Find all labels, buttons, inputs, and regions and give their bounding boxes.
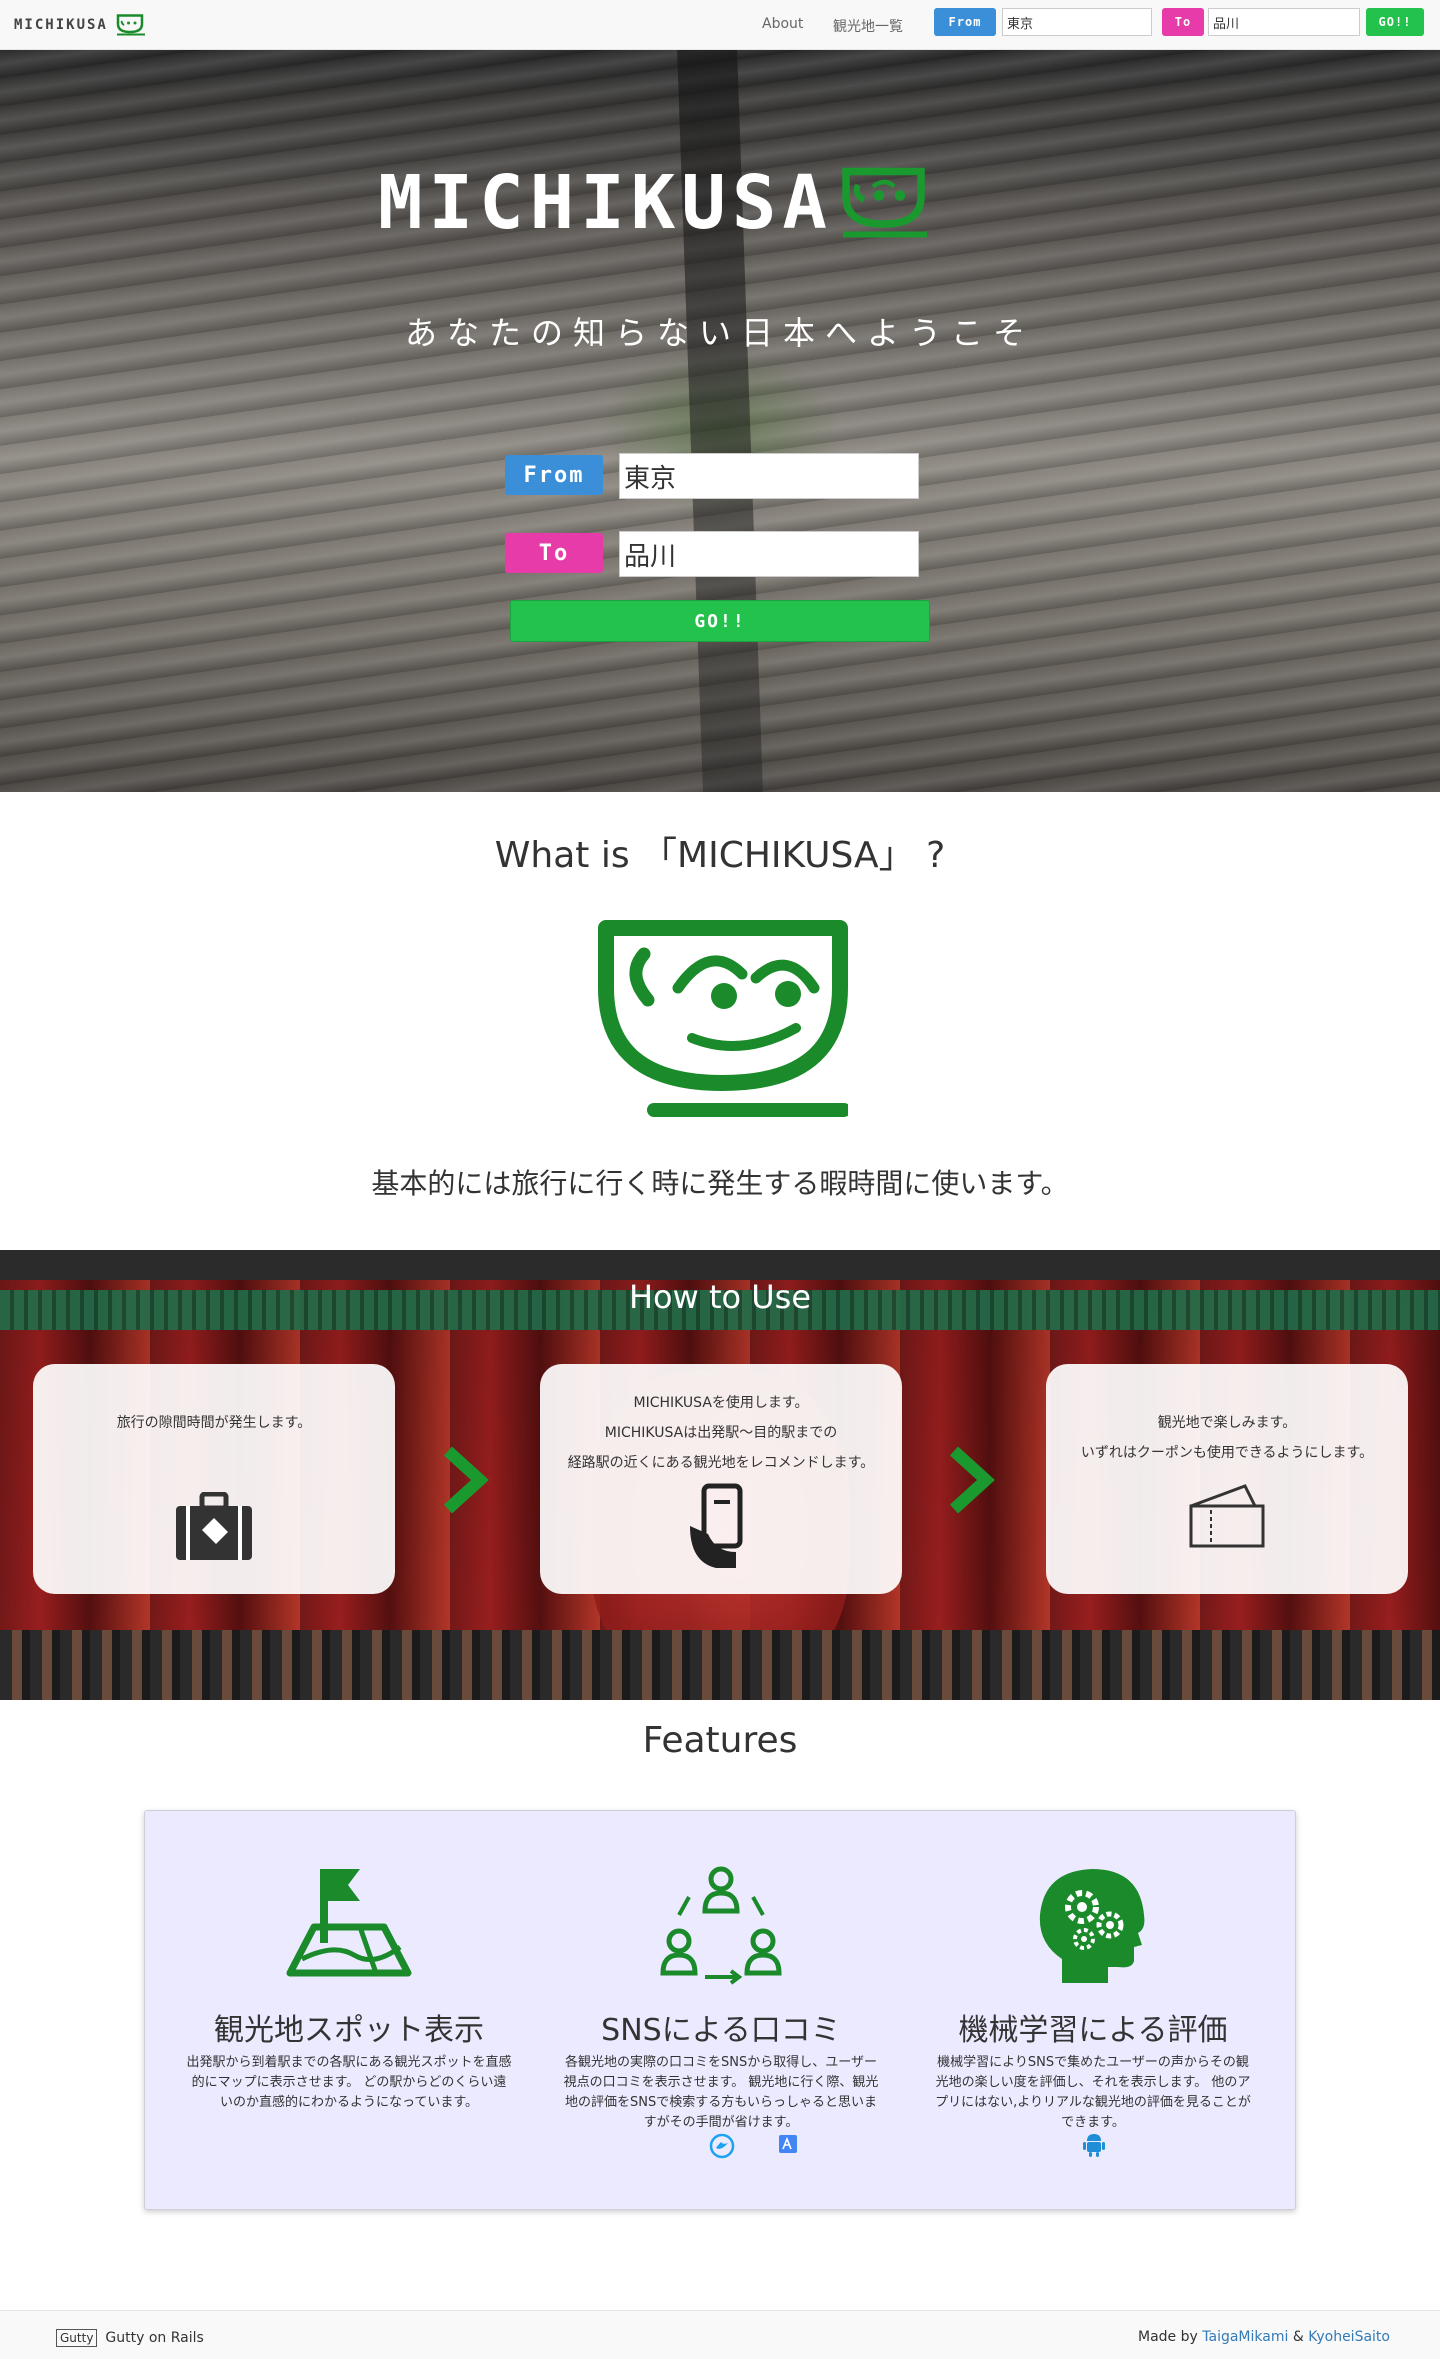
arrow-right-icon <box>443 1446 489 1514</box>
twitter-icon[interactable] <box>709 2133 735 2159</box>
ticket-icon <box>1189 1484 1265 1548</box>
step-3-line-2: いずれはクーポンも使用できるようにします。 <box>1080 1445 1374 1461</box>
feature-sns-name: SNSによる口コミ <box>601 2013 841 2048</box>
hero-cup-logo-icon <box>842 167 927 238</box>
footer-left-text: Gutty on Rails <box>105 2330 204 2346</box>
gutty-logo: Gutty <box>56 2329 98 2347</box>
features-title: Features <box>642 1720 798 1761</box>
nav-from-input[interactable] <box>1002 8 1152 36</box>
android-icon <box>1083 2134 1105 2157</box>
map-flag-icon <box>286 1869 412 1977</box>
nav-from-label: From <box>934 8 996 36</box>
step-card-2: MICHIKUSAを使用します。 MICHIKUSAは出発駅～目的駅までの 経路… <box>540 1364 902 1594</box>
cup-logo-icon <box>116 14 145 36</box>
hero-tagline: あなたの知らない日本へようこそ <box>404 314 1035 352</box>
hero-go-button[interactable]: GO!! <box>510 600 930 642</box>
hero-to-label: To <box>505 533 603 573</box>
nav-link-spots[interactable]: 観光地一覧 <box>833 16 903 36</box>
footer-ampersand: & <box>1292 2329 1304 2345</box>
hero-from-input[interactable] <box>619 453 919 499</box>
step-2-line-2: MICHIKUSAは出発駅～目的駅までの <box>604 1425 838 1441</box>
howto-section: How to Use 旅行の隙間時間が発生します。 MICHIKUSAを使用しま… <box>0 1250 1440 1700</box>
hero-to-input[interactable] <box>619 531 919 577</box>
navbar: MICHIKUSA About 観光地一覧 From To GO!! <box>0 0 1440 50</box>
footer-author-1-link[interactable]: TaigaMikami <box>1202 2329 1288 2345</box>
footer-right: Made by TaigaMikami & KyoheiSaito <box>1138 2329 1390 2345</box>
nav-to-input[interactable] <box>1208 8 1360 36</box>
hero-logo-text: MICHIKUSA <box>378 160 833 246</box>
features-panel: 観光地スポット表示 出発駅から到着駅までの各駅にある観光スポットを直感 的にマッ… <box>144 1810 1296 2210</box>
step-1-line-1: 旅行の隙間時間が発生します。 <box>116 1415 312 1431</box>
hero-section: MICHIKUSA あなたの知らない日本へようこそ From To GO!! <box>0 50 1440 792</box>
nav-go-button[interactable]: GO!! <box>1366 8 1424 36</box>
step-3-line-1: 観光地で楽しみます。 <box>1157 1415 1297 1431</box>
footer-made-by: Made by <box>1138 2329 1198 2345</box>
suitcase-icon <box>176 1492 252 1560</box>
nav-link-about[interactable]: About <box>762 16 803 32</box>
footer-left: Gutty Gutty on Rails <box>56 2329 204 2347</box>
step-2-line-3: 経路駅の近くにある観光地をレコメンドします。 <box>567 1455 875 1471</box>
people-cycle-icon <box>660 1866 782 1985</box>
step-2-line-1: MICHIKUSAを使用します。 <box>633 1395 809 1411</box>
nav-to-label: To <box>1162 8 1204 36</box>
feature-sns: SNSによる口コミ 各観光地の実際の口コミをSNSから取得し、ユーザー 視点の口… <box>541 1811 901 2211</box>
step-card-1: 旅行の隙間時間が発生します。 <box>33 1364 395 1594</box>
hero-from-label: From <box>505 455 603 495</box>
what-description: 基本的には旅行に行く時に発生する暇時間に使います。 <box>371 1167 1069 1200</box>
feature-ml-desc: 機械学習によりSNSで集めたユーザーの声からその観 光地の楽しい度を評価し、それ… <box>935 2055 1251 2130</box>
translate-icon[interactable] <box>777 2133 799 2155</box>
feature-ml-name: 機械学習による評価 <box>958 2013 1228 2048</box>
brand-text: MICHIKUSA <box>14 17 108 33</box>
feature-sns-desc: 各観光地の実際の口コミをSNSから取得し、ユーザー 視点の口コミを表示させます。… <box>563 2055 879 2130</box>
gutty-logo-text: Gutty <box>60 2331 94 2345</box>
arrow-right-icon <box>949 1446 995 1514</box>
phone-hand-icon <box>690 1483 743 1568</box>
what-title: What is 「MICHIKUSA」 ? <box>494 835 946 876</box>
feature-ml: 機械学習による評価 機械学習によりSNSで集めたユーザーの声からその観 光地の楽… <box>913 1811 1273 2211</box>
brand[interactable]: MICHIKUSA <box>14 14 146 36</box>
michikusa-cup-logo-icon <box>598 920 848 1117</box>
brain-gears-icon <box>1039 1869 1145 1983</box>
step-card-3: 観光地で楽しみます。 いずれはクーポンも使用できるようにします。 <box>1046 1364 1408 1594</box>
feature-spots: 観光地スポット表示 出発駅から到着駅までの各駅にある観光スポットを直感 的にマッ… <box>169 1811 529 2211</box>
footer: Gutty Gutty on Rails Made by TaigaMikami… <box>0 2310 1440 2359</box>
feature-spots-desc: 出発駅から到着駅までの各駅にある観光スポットを直感 的にマップに表示させます。 … <box>186 2055 512 2110</box>
howto-title: How to Use <box>628 1278 812 1316</box>
footer-author-2-link[interactable]: KyoheiSaito <box>1308 2329 1390 2345</box>
feature-spots-name: 観光地スポット表示 <box>214 2013 484 2048</box>
hero-logo: MICHIKUSA <box>378 160 931 246</box>
